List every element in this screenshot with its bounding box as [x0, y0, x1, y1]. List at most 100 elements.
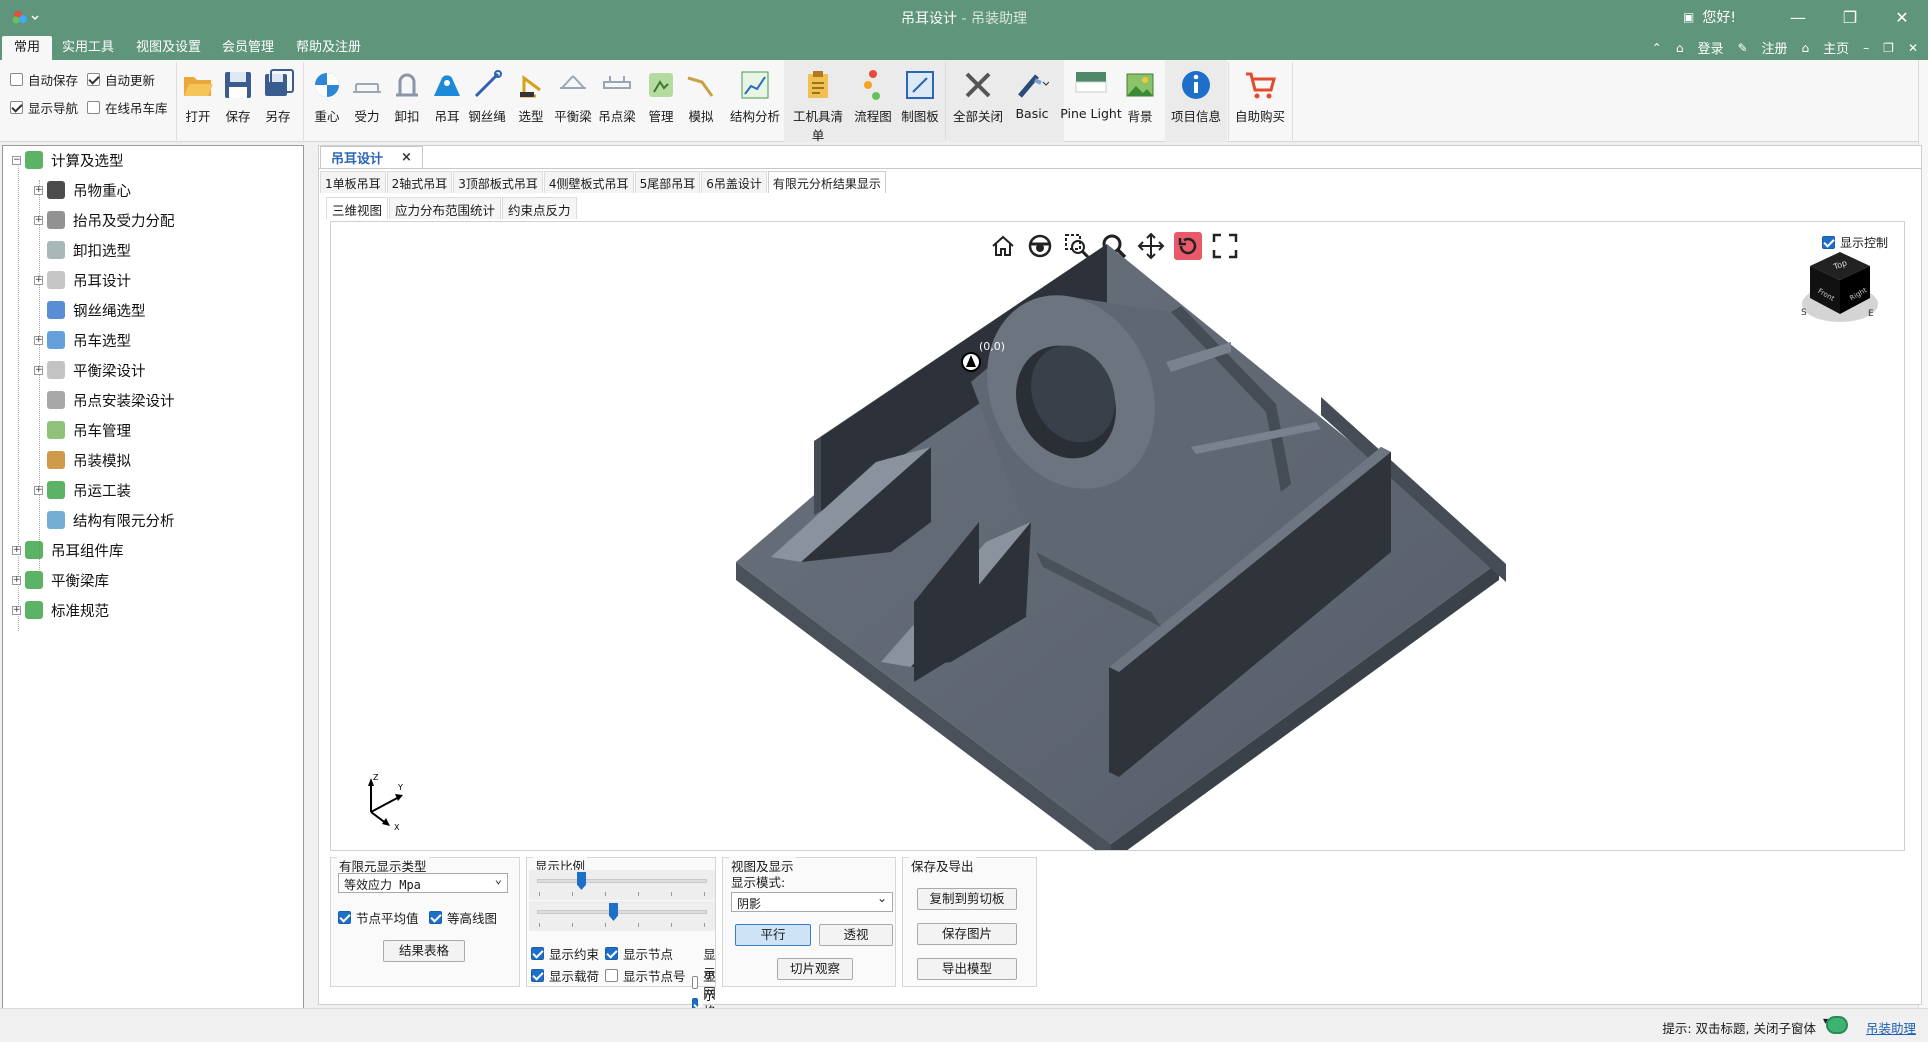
cog-button[interactable]: 重心: [307, 68, 347, 125]
tab-member[interactable]: 会员管理: [210, 36, 286, 60]
view-cube[interactable]: Top Front Right S E: [1796, 242, 1886, 332]
tree-item[interactable]: 吊车管理: [34, 419, 131, 441]
tree-item[interactable]: + 吊耳设计: [34, 269, 131, 291]
drawing-board-button[interactable]: 制图板: [898, 68, 942, 125]
checkbox[interactable]: [10, 101, 23, 114]
maximize-button[interactable]: ❐: [1824, 8, 1876, 27]
tab-help[interactable]: 帮助及注册: [284, 36, 373, 60]
subtab-top-plate[interactable]: 3顶部板式吊耳: [453, 171, 543, 193]
perspective-button[interactable]: 透视: [819, 924, 893, 946]
show-node-numbers-check[interactable]: 显示节点号: [605, 966, 686, 985]
expander-icon[interactable]: +: [34, 365, 43, 375]
expander-icon[interactable]: +: [12, 605, 21, 615]
login-link[interactable]: 登录: [1697, 38, 1723, 57]
mdi-minimize-icon[interactable]: –: [1863, 41, 1869, 55]
tree-item[interactable]: 钢丝绳选型: [34, 299, 146, 321]
self-purchase-button[interactable]: 自助购买: [1232, 68, 1288, 125]
subtab-fea-results[interactable]: 有限元分析结果显示: [767, 171, 886, 193]
export-model-button[interactable]: 导出模型: [917, 958, 1017, 980]
viewtab-reactions[interactable]: 约束点反力: [502, 197, 577, 219]
tool-list-button[interactable]: 工机具清单: [788, 68, 848, 144]
save-as-button[interactable]: 另存: [258, 68, 298, 125]
expander-icon[interactable]: +: [34, 275, 43, 285]
parallel-button[interactable]: 平行: [735, 924, 811, 946]
subtab-side-wall[interactable]: 4侧壁板式吊耳: [543, 171, 634, 193]
shackle-button[interactable]: 卸扣: [387, 68, 427, 125]
expander-icon[interactable]: +: [34, 185, 43, 195]
show-nodes-check[interactable]: 显示节点: [605, 944, 673, 963]
force-button[interactable]: 受力: [347, 68, 387, 125]
minimize-button[interactable]: —: [1772, 8, 1824, 27]
online-crane-check[interactable]: 在线吊车库: [87, 98, 168, 117]
homepage-link[interactable]: 主页: [1823, 38, 1849, 57]
show-constraint-check[interactable]: 显示约束: [531, 944, 599, 963]
tree-item[interactable]: 吊点安装梁设计: [34, 389, 175, 411]
copy-clipboard-button[interactable]: 复制到剪切板: [917, 888, 1017, 910]
auto-update-check[interactable]: 自动更新: [87, 70, 155, 89]
flowchart-button[interactable]: 流程图: [853, 68, 893, 125]
mdi-close-icon[interactable]: ✕: [1908, 41, 1918, 55]
selection-button[interactable]: 选型: [511, 68, 551, 125]
contour-check[interactable]: 等高线图: [429, 908, 497, 927]
theme-basic-button[interactable]: Basic: [1010, 68, 1054, 121]
expander-icon[interactable]: +: [12, 575, 21, 585]
scale-slider-2[interactable]: [529, 901, 715, 931]
viewtab-stress-stats[interactable]: 应力分布范围统计: [389, 197, 502, 219]
node-avg-check[interactable]: 节点平均值: [338, 908, 419, 927]
expander-icon[interactable]: +: [12, 545, 21, 555]
tree-item[interactable]: + 抬吊及受力分配: [34, 209, 175, 231]
tree-item[interactable]: + 平衡梁设计: [34, 359, 146, 381]
expander-icon[interactable]: −: [12, 155, 21, 165]
subtab-shaft[interactable]: 2轴式吊耳: [386, 171, 453, 193]
3d-viewer[interactable]: 显示控制 (0,0) Top Front Right S E Z Y X: [330, 221, 1905, 851]
lifting-beam-button[interactable]: 吊点梁: [597, 68, 637, 125]
status-toggle-icon[interactable]: [1826, 1016, 1848, 1034]
tree-item[interactable]: 吊装模拟: [34, 449, 131, 471]
viewtab-3d[interactable]: 三维视图: [326, 197, 389, 219]
tree-item[interactable]: 结构有限元分析: [34, 509, 175, 531]
status-app-link[interactable]: 吊装助理: [1866, 1018, 1916, 1037]
slider-thumb[interactable]: [609, 903, 618, 921]
doc-tab-lug-design[interactable]: 吊耳设计 ×: [320, 146, 423, 168]
mdi-restore-icon[interactable]: ❐: [1883, 41, 1894, 55]
balance-beam-button[interactable]: 平衡梁: [553, 68, 593, 125]
manage-button[interactable]: 管理: [641, 68, 681, 125]
checkbox[interactable]: [10, 73, 23, 86]
slice-view-button[interactable]: 切片观察: [777, 958, 853, 980]
expander-icon[interactable]: +: [34, 485, 43, 495]
tree-item[interactable]: + 吊物重心: [34, 179, 131, 201]
checkbox[interactable]: [605, 969, 618, 982]
tree-item[interactable]: + 标准规范: [12, 599, 109, 621]
show-nav-check[interactable]: 显示导航: [10, 98, 78, 117]
checkbox[interactable]: [531, 969, 544, 982]
simulate-button[interactable]: 模拟: [681, 68, 721, 125]
checkbox[interactable]: [338, 911, 351, 924]
close-button[interactable]: ✕: [1876, 8, 1928, 27]
checkbox[interactable]: [531, 947, 544, 960]
checkbox[interactable]: [429, 911, 442, 924]
tree-item[interactable]: 卸扣选型: [34, 239, 131, 261]
tree-item[interactable]: + 吊运工装: [34, 479, 131, 501]
project-info-button[interactable]: 项目信息: [1168, 68, 1224, 125]
checkbox[interactable]: [87, 73, 100, 86]
fea-type-select[interactable]: 等效应力 Mpa: [338, 872, 508, 893]
tree-item[interactable]: + 吊耳组件库: [12, 539, 124, 561]
register-link[interactable]: 注册: [1762, 38, 1788, 57]
slider-thumb[interactable]: [577, 872, 586, 890]
auto-save-check[interactable]: 自动保存: [10, 70, 78, 89]
collapse-ribbon-icon[interactable]: ⌃: [1652, 41, 1662, 55]
subtab-cover[interactable]: 6吊盖设计: [701, 171, 767, 193]
display-mode-select[interactable]: 阴影: [731, 891, 893, 912]
show-loads-check[interactable]: 显示载荷: [531, 966, 599, 985]
scale-slider-1[interactable]: [529, 870, 715, 900]
tab-tools[interactable]: 实用工具: [50, 36, 126, 60]
expander-icon[interactable]: +: [34, 335, 43, 345]
save-button[interactable]: 保存: [218, 68, 258, 125]
tab-common[interactable]: 常用: [2, 36, 53, 60]
doc-tab-close-icon[interactable]: ×: [401, 150, 412, 165]
home-small-icon[interactable]: ⌂: [1676, 41, 1684, 55]
result-table-button[interactable]: 结果表格: [383, 940, 465, 962]
checkbox[interactable]: [87, 101, 100, 114]
tree-item[interactable]: + 吊车选型: [34, 329, 131, 351]
subtab-single-plate[interactable]: 1单板吊耳: [320, 171, 386, 193]
